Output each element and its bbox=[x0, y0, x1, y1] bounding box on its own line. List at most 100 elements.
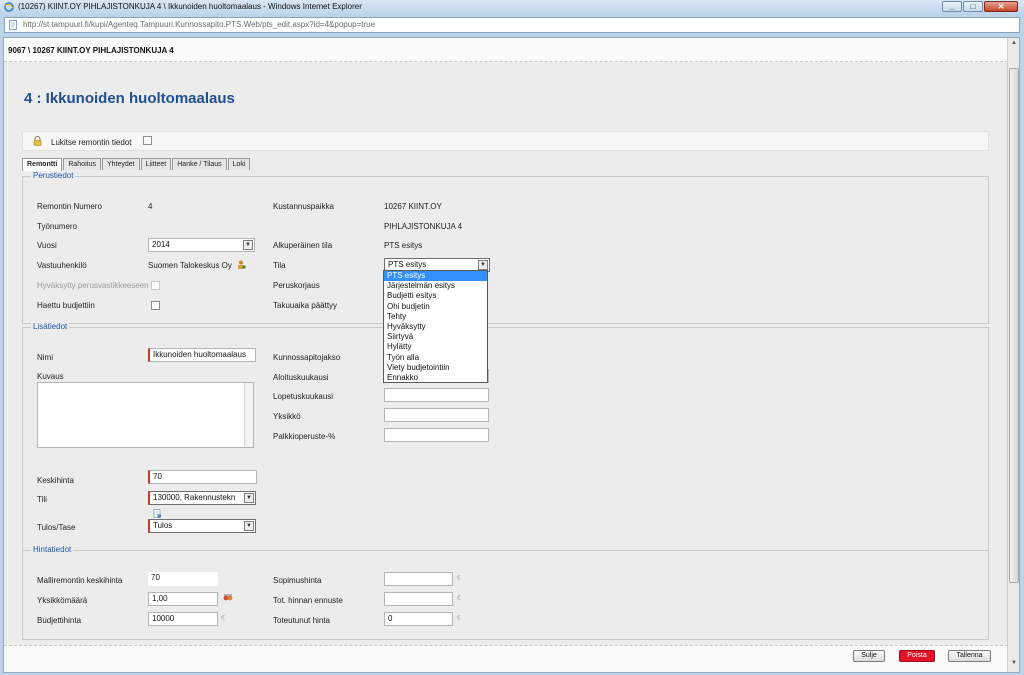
perustiedot-panel: Perustiedot Remontin Numero 4 Työnumero … bbox=[22, 171, 989, 324]
window-titlebar: (10267) KIINT.OY PIHLAJISTONKUJA 4 \ Ikk… bbox=[0, 0, 1024, 14]
tila-option[interactable]: Budjetti esitys bbox=[384, 291, 487, 301]
chevron-down-icon[interactable]: ▼ bbox=[243, 240, 253, 250]
lisatiedot-legend: Lisätiedot bbox=[31, 322, 70, 331]
maximize-button[interactable]: □ bbox=[963, 1, 983, 12]
address-bar[interactable]: http://st.tampuuri.fi/kupi/Agenteq.Tampu… bbox=[4, 17, 1020, 33]
lock-person-icon[interactable] bbox=[237, 260, 246, 269]
vuosi-value: 2014 bbox=[152, 240, 170, 249]
tila-option[interactable]: Ennakko bbox=[384, 373, 487, 383]
breadcrumb: 9067 \ 10267 KIINT.OY PIHLAJISTONKUJA 4 bbox=[8, 46, 174, 55]
page-icon bbox=[9, 20, 17, 30]
tila-option[interactable]: Hyväksytty bbox=[384, 322, 487, 332]
tila-option[interactable]: Siirtyvä bbox=[384, 332, 487, 342]
lock-checkbox[interactable] bbox=[143, 136, 152, 145]
address-url[interactable]: http://st.tampuuri.fi/kupi/Agenteq.Tampu… bbox=[23, 18, 375, 32]
tulos-tase-select[interactable]: Tulos ▼ bbox=[148, 519, 256, 533]
tallenna-button[interactable]: Tallenna bbox=[948, 650, 991, 662]
tila-option[interactable]: Tehty bbox=[384, 312, 487, 322]
tab-liitteet[interactable]: Liitteet bbox=[140, 158, 172, 170]
scroll-thumb[interactable] bbox=[1009, 68, 1019, 583]
sulje-button[interactable]: Sulje bbox=[853, 650, 885, 662]
kustannuspaikka-label: Kustannuspaikka bbox=[273, 202, 334, 211]
sopimushinta-label: Sopimushinta bbox=[273, 576, 322, 585]
sopimushinta-input[interactable] bbox=[384, 572, 453, 586]
vuosi-select[interactable]: 2014 ▼ bbox=[148, 238, 255, 252]
keskihinta-value: 70 bbox=[153, 472, 162, 481]
footer-bar: Sulje Poista Tallenna bbox=[4, 645, 1008, 672]
ennuste-label: Tot. hinnan ennuste bbox=[273, 596, 343, 605]
hyvaksytty-label: Hyväksytty perusvastikkeeseen bbox=[37, 281, 149, 290]
tila-option[interactable]: Viety budjetointiin bbox=[384, 363, 487, 373]
kuvaus-textarea[interactable] bbox=[37, 382, 254, 448]
tili-value: 130000, Rakennustekn bbox=[153, 493, 236, 502]
scroll-up-icon[interactable]: ▲ bbox=[1009, 40, 1019, 50]
tab-loki[interactable]: Loki bbox=[227, 158, 251, 170]
yksikkomaara-label: Yksikkömäärä bbox=[37, 596, 88, 605]
kunnossapitojakso-label: Kunnossapitojakso bbox=[273, 353, 341, 362]
tili-label: Tili bbox=[37, 495, 47, 504]
tila-option[interactable]: Ohi budjetin bbox=[384, 302, 487, 312]
yksikko-input[interactable] bbox=[384, 408, 489, 422]
tab-remontti[interactable]: Remontti bbox=[22, 158, 63, 171]
tab-hanke-tilaus[interactable]: Hanke / Tilaus bbox=[172, 158, 227, 170]
scroll-down-icon[interactable]: ▼ bbox=[1009, 660, 1019, 670]
tila-value: PTS esitys bbox=[388, 260, 427, 269]
alkuperainen-tila-label: Alkuperäinen tila bbox=[273, 241, 333, 250]
vuosi-label: Vuosi bbox=[37, 241, 57, 250]
palkkioperuste-input[interactable] bbox=[384, 428, 489, 442]
document-edit-icon[interactable] bbox=[153, 509, 162, 518]
yksikkomaara-value: 1,00 bbox=[152, 594, 168, 603]
kustannuspaikka-value-1: 10267 KIINT.OY bbox=[384, 202, 442, 211]
lock-icon bbox=[33, 136, 42, 146]
ennuste-currency: € bbox=[457, 595, 461, 602]
chevron-down-icon[interactable]: ▼ bbox=[478, 260, 488, 270]
tili-select[interactable]: 130000, Rakennustekn ▼ bbox=[148, 491, 256, 505]
calculator-icon[interactable] bbox=[223, 593, 233, 602]
ennuste-input[interactable] bbox=[384, 592, 453, 606]
budjettihinta-value: 10000 bbox=[152, 614, 175, 623]
tila-option[interactable]: Järjestelmän esitys bbox=[384, 281, 487, 291]
tulos-tase-value: Tulos bbox=[153, 521, 173, 530]
nimi-value: Ikkunoiden huoltomaalaus bbox=[153, 350, 246, 359]
toteutunut-value: 0 bbox=[388, 614, 393, 623]
toteutunut-input[interactable]: 0 bbox=[384, 612, 453, 626]
peruskorjaus-label: Peruskorjaus bbox=[273, 281, 320, 290]
close-icon: ✕ bbox=[997, 2, 1005, 11]
maximize-icon: □ bbox=[970, 2, 976, 11]
hyvaksytty-checkbox[interactable] bbox=[151, 281, 160, 290]
poista-button[interactable]: Poista bbox=[899, 650, 935, 662]
kuvaus-scrollbar[interactable] bbox=[244, 383, 253, 447]
keskihinta-input[interactable]: 70 bbox=[148, 470, 257, 484]
tab-yhteydet[interactable]: Yhteydet bbox=[101, 158, 140, 170]
minimize-icon: _ bbox=[949, 2, 955, 11]
window-title: (10267) KIINT.OY PIHLAJISTONKUJA 4 \ Ikk… bbox=[18, 2, 362, 11]
chevron-down-icon[interactable]: ▼ bbox=[244, 521, 254, 531]
budjettihinta-input[interactable]: 10000 bbox=[148, 612, 218, 626]
tila-option[interactable]: Työn alla bbox=[384, 353, 487, 363]
keskihinta-label: Keskihinta bbox=[37, 476, 74, 485]
close-window-button[interactable]: ✕ bbox=[984, 1, 1018, 12]
takuuaika-label: Takuuaika päättyy bbox=[273, 301, 338, 310]
tila-dropdown-list[interactable]: PTS esitys Järjestelmän esitys Budjetti … bbox=[383, 270, 488, 383]
lock-label: Lukitse remontin tiedot bbox=[51, 138, 132, 147]
tyonumero-label: Työnumero bbox=[37, 222, 78, 231]
yksikko-label: Yksikkö bbox=[273, 412, 301, 421]
lock-bar: Lukitse remontin tiedot bbox=[22, 131, 989, 151]
page-scrollbar[interactable]: ▲ ▼ bbox=[1007, 38, 1019, 672]
chevron-down-icon[interactable]: ▼ bbox=[244, 493, 254, 503]
palkkioperuste-label: Palkkioperuste-% bbox=[273, 432, 336, 441]
aloituskuukausi-label: Aloituskuukausi bbox=[273, 373, 329, 382]
lopetuskuukausi-input[interactable] bbox=[384, 388, 489, 402]
sopimushinta-currency: € bbox=[457, 575, 461, 582]
perustiedot-legend: Perustiedot bbox=[31, 171, 76, 180]
tila-option[interactable]: Hylätty bbox=[384, 342, 487, 352]
tab-rahoitus[interactable]: Rahoitus bbox=[63, 158, 101, 170]
tab-bar: Remontti Rahoitus Yhteydet Liitteet Hank… bbox=[22, 158, 251, 171]
minimize-button[interactable]: _ bbox=[942, 1, 962, 12]
tulos-tase-label: Tulos/Tase bbox=[37, 523, 76, 532]
haettu-checkbox[interactable] bbox=[151, 301, 160, 310]
nimi-input[interactable]: Ikkunoiden huoltomaalaus bbox=[148, 348, 256, 362]
tila-option[interactable]: PTS esitys bbox=[384, 271, 487, 282]
yksikkomaara-input[interactable]: 1,00 bbox=[148, 592, 218, 606]
alkuperainen-tila-value: PTS esitys bbox=[384, 241, 423, 250]
